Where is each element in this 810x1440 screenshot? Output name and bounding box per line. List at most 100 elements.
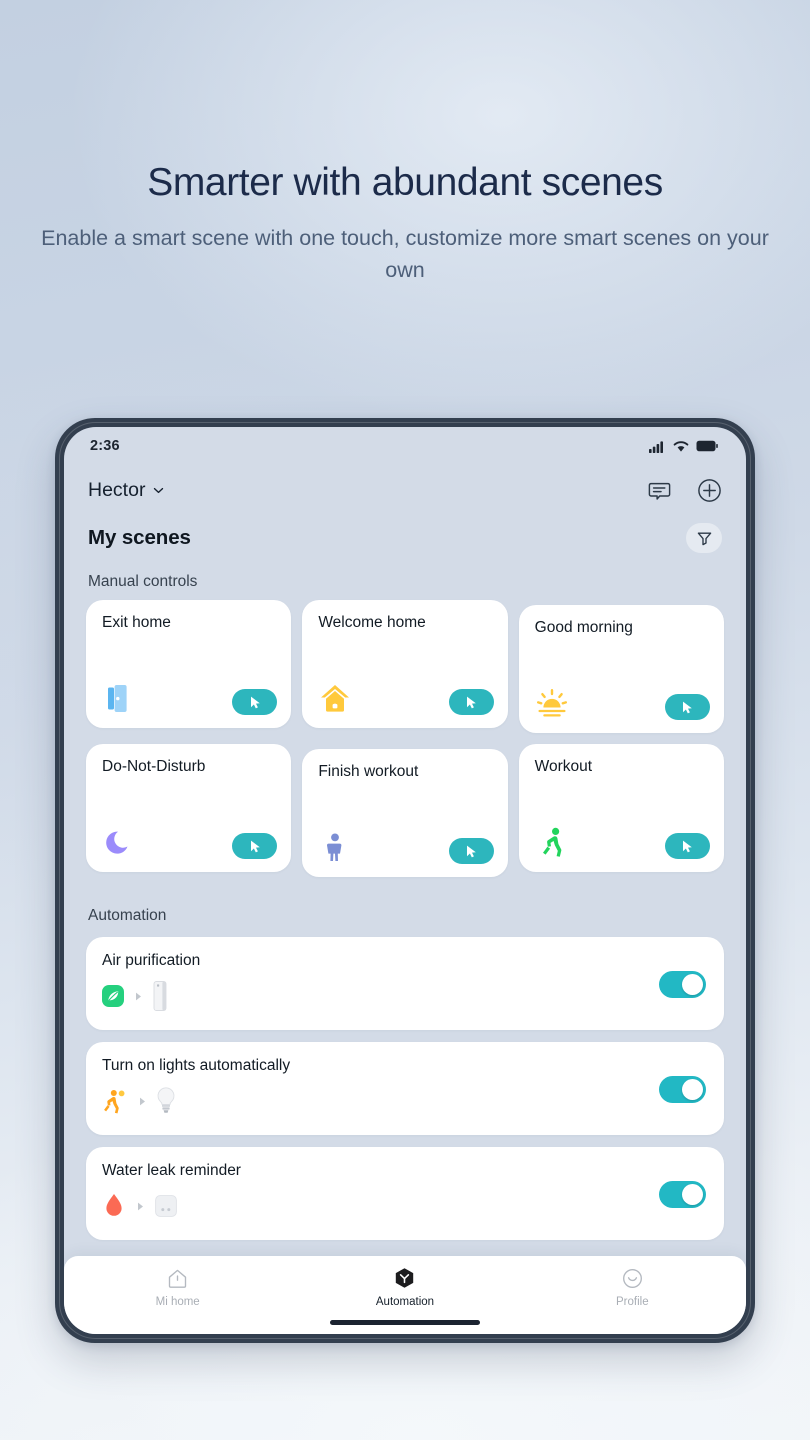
nav-item-mi-home[interactable]: Mi home [64,1266,291,1308]
scene-card-exit-home[interactable]: Exit home [86,600,292,728]
scrollable-content[interactable]: My scenes Manual controls Exit home Welc… [64,515,746,1334]
home-icon [168,1269,187,1288]
wifi-icon [673,440,689,452]
automation-device-chain [102,981,200,1011]
battery-icon [696,440,718,452]
automation-row-content: Air purification [102,952,200,1011]
cursor-icon [467,696,476,708]
scene-run-button[interactable] [232,689,278,715]
home-indicator [330,1320,480,1325]
status-bar: 2:36 [64,427,746,465]
scene-card-good-morning[interactable]: Good morning [518,605,724,733]
scene-card-do-not-disturb[interactable]: Do-Not-Disturb [86,744,292,872]
manual-controls-label: Manual controls [88,573,198,590]
app-bar: Hector [64,465,746,515]
nav-label: Mi home [155,1296,200,1308]
hero-title: Smarter with abundant scenes [147,161,663,204]
scene-name: Good morning [534,619,633,636]
scene-name: Do-Not-Disturb [102,758,206,775]
automation-list: Air purification Turn on lights automati… [64,937,746,1240]
automation-icon [396,1268,414,1288]
cursor-icon [683,701,693,713]
scene-name: Workout [534,758,593,775]
add-icon[interactable] [697,478,722,503]
scene-run-button[interactable] [664,694,710,720]
scene-run-button[interactable] [664,833,710,859]
automation-row-turn-on-lights[interactable]: Turn on lights automatically [86,1042,724,1135]
scene-card-bottom [318,681,494,715]
chevron-right-icon [138,1202,143,1210]
cursor-icon [250,696,260,708]
scene-run-button[interactable] [232,833,278,859]
home-selector[interactable]: Hector [88,479,165,502]
automation-device-chain [102,1191,241,1221]
scene-run-button[interactable] [448,689,494,715]
water-drop-icon [106,1194,122,1216]
moon-icon [106,831,128,854]
nav-item-profile[interactable]: Profile [519,1266,746,1308]
toggle-knob [682,1184,703,1205]
automation-name: Air purification [102,952,201,969]
automation-name: Turn on lights automatically [102,1057,291,1074]
scene-card-bottom [318,830,494,864]
cursor-icon [250,840,260,852]
scene-run-button[interactable] [448,838,494,864]
automation-name: Water leak reminder [102,1162,241,1179]
cursor-icon [467,845,476,857]
automation-row-content: Water leak reminder [102,1162,241,1221]
nav-item-automation[interactable]: Automation [291,1266,518,1308]
automation-row-water-leak[interactable]: Water leak reminder [86,1147,724,1240]
scene-card-bottom [102,681,278,715]
scene-card-bottom [535,825,710,859]
automation-toggle[interactable] [659,971,706,998]
scene-card-bottom [102,825,278,859]
app-bar-actions [648,478,722,503]
scene-card-welcome-home[interactable]: Welcome home [302,600,508,728]
automation-label: Automation [88,907,167,924]
person-idle-icon [327,833,342,861]
sunrise-icon [536,688,567,717]
automation-toggle[interactable] [659,1076,706,1103]
scene-card-finish-workout[interactable]: Finish workout [302,749,508,877]
home-name-label: Hector [88,478,146,501]
filter-button[interactable] [686,523,722,553]
status-bar-clock: 2:36 [90,438,120,454]
scene-card-bottom [535,686,710,720]
filter-icon [697,532,711,545]
motion-sensor-icon [104,1090,125,1114]
chevron-down-icon [154,487,164,493]
nav-label: Profile [616,1296,649,1308]
hero-subtitle: Enable a smart scene with one touch, cus… [41,225,769,282]
automation-row-air-purification[interactable]: Air purification [86,937,724,1030]
toggle-knob [682,1079,703,1100]
device-screen: 2:36 Hector My scenes Manual controls Ex… [64,427,746,1334]
air-purifier-icon [153,981,167,1011]
scene-grid-row-1: Exit home Welcome home Good morning [64,600,746,733]
door-icon [108,685,127,712]
message-icon[interactable] [648,479,671,502]
scene-name: Welcome home [318,614,426,631]
automation-device-chain [102,1086,290,1116]
automation-toggle[interactable] [659,1181,706,1208]
tablet-device-frame: 2:36 Hector My scenes Manual controls Ex… [55,418,755,1343]
page-title-row: My scenes [64,515,746,553]
chevron-right-icon [136,992,141,1000]
chevron-right-icon [140,1097,145,1105]
leaf-badge-icon [102,985,124,1007]
bottom-navigation: Mi home Automation Profile [64,1256,746,1334]
scene-card-workout[interactable]: Workout [518,744,724,872]
scene-name: Finish workout [318,763,419,780]
house-lock-icon [321,685,350,712]
scene-grid-row-2: Do-Not-Disturb Finish workout Workout [64,744,746,877]
profile-icon [622,1269,642,1288]
status-bar-icons [649,440,718,453]
hero-section: Smarter with abundant scenes Enable a sm… [0,0,810,286]
nav-label: Automation [375,1296,435,1308]
automation-row-content: Turn on lights automatically [102,1057,290,1116]
page-title: My scenes [88,526,191,549]
leak-sensor-icon [155,1195,177,1217]
toggle-knob [682,974,703,995]
scene-name: Exit home [102,614,171,631]
light-bulb-icon [157,1087,175,1113]
cursor-icon [683,840,693,852]
